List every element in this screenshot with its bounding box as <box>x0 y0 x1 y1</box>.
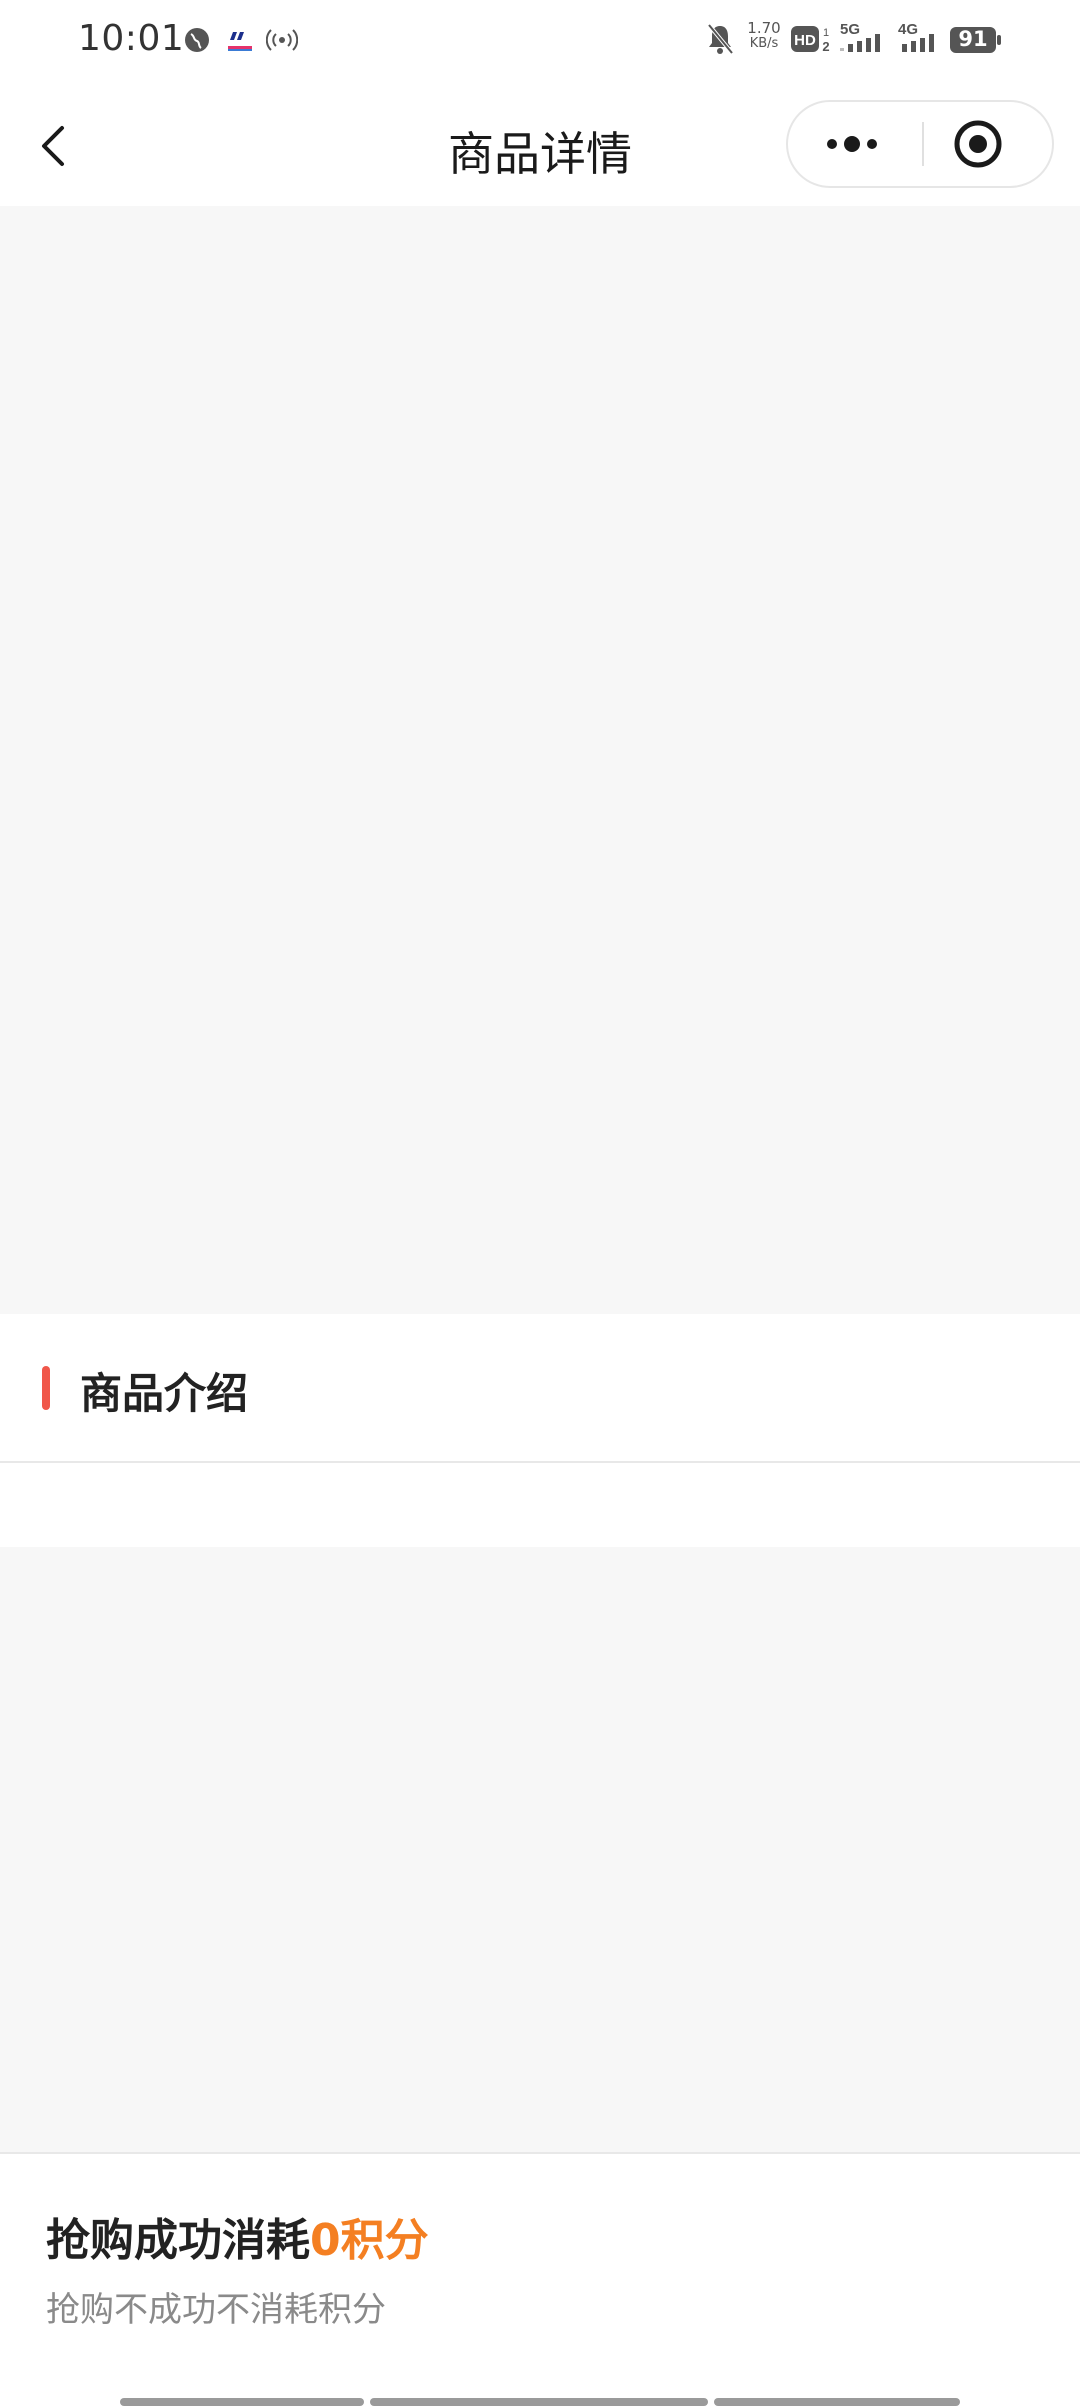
cost-line: 抢购成功消耗0积分 <box>46 2204 429 2268</box>
signal-5g-icon: 5G <box>840 21 880 52</box>
cost-value: 0积分 <box>310 2215 429 2266</box>
hd-icon: HD 1 2 <box>791 26 830 54</box>
battery-level: 91 <box>958 27 988 51</box>
miniprogram-capsule <box>786 100 1054 188</box>
product-image <box>0 206 1080 1314</box>
close-miniprogram-icon[interactable] <box>928 102 1052 186</box>
section-header: 商品介绍 <box>0 1314 1080 1462</box>
hotspot-icon <box>266 29 298 51</box>
status-time: 10:01 <box>78 18 185 59</box>
section-title: 商品介绍 <box>80 1369 249 1418</box>
product-intro-content <box>0 1547 1080 2152</box>
svg-text:2: 2 <box>822 39 829 54</box>
signal-4g-label: 4G <box>898 21 918 38</box>
intro-spacer <box>0 1463 1080 1547</box>
nav-gesture-bar[interactable] <box>370 2398 708 2406</box>
globe-icon <box>185 28 209 52</box>
network-speed-value: 1.70 <box>747 19 781 37</box>
network-speed-unit: KB/s <box>749 36 779 51</box>
capsule-divider <box>922 122 924 166</box>
signal-4g-icon: 4G <box>898 21 934 52</box>
app-notification-icon <box>228 29 252 51</box>
signal-5g-label: 5G <box>840 21 860 38</box>
cost-prefix: 抢购成功消耗 <box>46 2215 310 2266</box>
nav-gesture-bar[interactable] <box>120 2398 364 2406</box>
nav-gesture-bar[interactable] <box>714 2398 960 2406</box>
cost-note: 抢购不成功不消耗积分 <box>46 2290 386 2330</box>
more-icon[interactable] <box>788 102 920 186</box>
bottom-bar: 抢购成功消耗0积分 抢购不成功不消耗积分 <box>0 2152 1080 2408</box>
mute-icon <box>707 23 734 55</box>
svg-text:HD: HD <box>794 32 816 49</box>
network-speed: 1.70 KB/s <box>744 20 784 52</box>
status-bar: 10:01 1.70 KB/s HD 1 2 5G 4G 91 <box>0 0 1080 80</box>
nav-bar: 商品详情 <box>0 80 1080 206</box>
svg-text:1: 1 <box>823 27 829 39</box>
section-accent-bar <box>42 1366 50 1410</box>
